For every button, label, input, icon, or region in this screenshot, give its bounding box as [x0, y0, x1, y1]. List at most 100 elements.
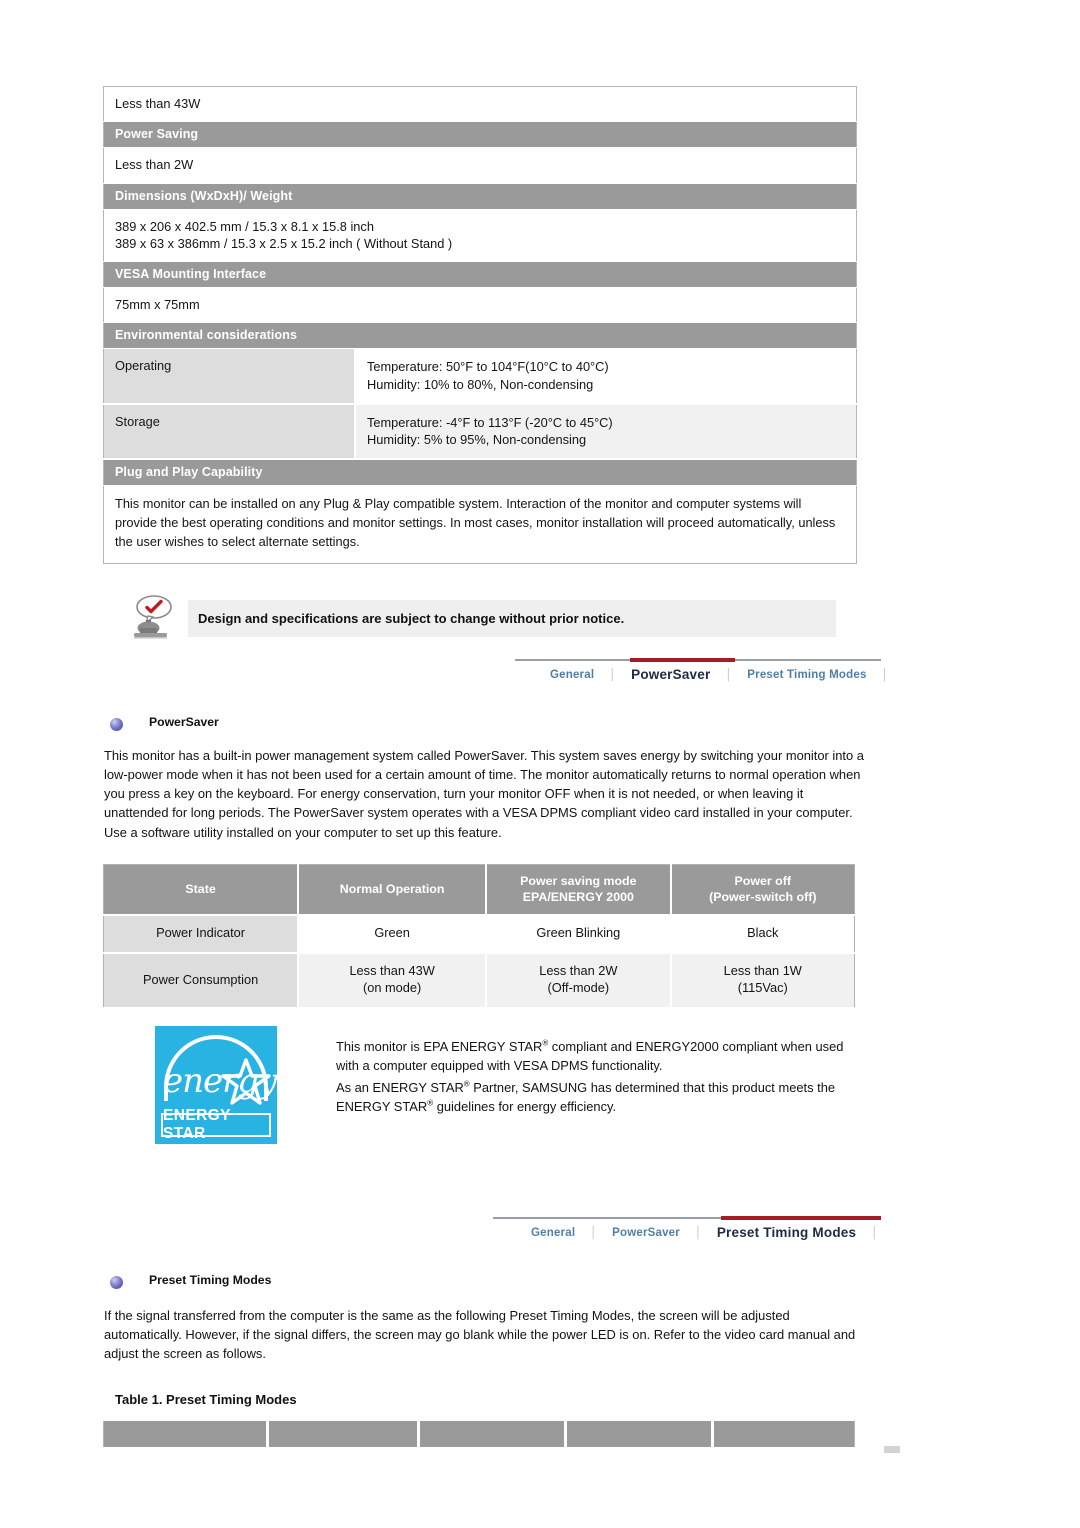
env-line: Humidity: 5% to 95%, Non-condensing	[367, 432, 587, 448]
energy-star-logo: energy ENERGY STAR	[155, 1026, 277, 1144]
tab-separator: │	[881, 668, 889, 681]
spec-header-power-saving: Power Saving	[103, 121, 857, 149]
cell-line2: (on mode)	[362, 980, 422, 996]
cell-line1: Less than 43W	[349, 963, 435, 979]
tab-general[interactable]: General	[550, 669, 594, 681]
cell-power-consumption-normal: Less than 43W (on mode)	[298, 953, 488, 1009]
active-tab-indicator	[630, 658, 735, 662]
notice-text: Design and specifications are subject to…	[198, 611, 625, 626]
table-row: This monitor can be installed on any Plu…	[104, 485, 857, 563]
energy-star-band: ENERGY STAR	[161, 1107, 271, 1142]
tab-powersaver[interactable]: PowerSaver	[631, 667, 710, 682]
col-header-line2: EPA/ENERGY 2000	[522, 890, 634, 905]
spec-value-cell: 75mm x 75mm	[103, 287, 857, 323]
spec-value-cell: 389 x 206 x 402.5 mm / 15.3 x 8.1 x 15.8…	[103, 209, 857, 262]
cell-power-consumption-saving: Less than 2W (Off-mode)	[486, 953, 672, 1009]
cell-power-indicator-normal: Green	[298, 915, 488, 955]
star-icon	[221, 1058, 271, 1105]
cell-line1: Green Blinking	[536, 925, 621, 941]
spec-header-dimensions: Dimensions (WxDxH)/ Weight	[103, 182, 857, 210]
env-label-storage: Storage	[103, 403, 356, 460]
preset-timing-modes-table	[103, 1419, 855, 1449]
table-header-row: Environmental considerations	[103, 322, 857, 350]
table-header-row: State Normal Operation Power saving mode…	[103, 864, 855, 917]
es-p2-part-c: guidelines for energy efficiency.	[433, 1099, 617, 1115]
table-row: 389 x 206 x 402.5 mm / 15.3 x 8.1 x 15.8…	[103, 209, 857, 262]
sphere-bullet-icon	[110, 718, 123, 731]
es-p1-part-a: This monitor is EPA ENERGY STAR	[336, 1039, 543, 1054]
spec-header-environmental: Environmental considerations	[103, 322, 857, 350]
energy-star-paragraph-2: As an ENERGY STAR® Partner, SAMSUNG has …	[336, 1078, 856, 1117]
env-label-operating: Operating	[103, 348, 356, 405]
table-header-row: VESA Mounting Interface	[103, 261, 857, 289]
env-value-operating: Temperature: 50°F to 104°F(10°C to 40°C)…	[355, 348, 857, 405]
cell-line1: Less than 2W	[539, 963, 618, 979]
timing-col-header-3	[418, 1419, 567, 1449]
timing-col-header-5	[712, 1419, 855, 1449]
sphere-bullet-icon	[110, 1276, 123, 1289]
table-header-row: Plug and Play Capability	[103, 458, 857, 486]
env-line: Humidity: 10% to 80%, Non-condensing	[367, 376, 594, 392]
timing-col-header-1	[103, 1419, 270, 1449]
spec-line: 75mm x 75mm	[115, 297, 200, 313]
tab-general[interactable]: General	[531, 1227, 575, 1239]
monitor-check-icon	[122, 594, 178, 642]
col-header-line1: Power saving mode	[520, 874, 637, 888]
env-line: Temperature: 50°F to 104°F(10°C to 40°C)	[367, 359, 609, 375]
tab-separator: │	[694, 1226, 702, 1239]
env-value-storage: Temperature: -4°F to 113°F (-20°C to 45°…	[355, 403, 857, 460]
col-header-line1: Power off	[734, 874, 791, 888]
powersaver-paragraph: This monitor has a built-in power manage…	[104, 748, 864, 840]
spec-line: Less than 43W	[115, 96, 201, 111]
preset-paragraph: If the signal transferred from the compu…	[104, 1308, 856, 1362]
table-header-row	[103, 1419, 855, 1449]
spec-header-plug-and-play: Plug and Play Capability	[103, 458, 857, 486]
spec-line: 389 x 63 x 386mm / 15.3 x 2.5 x 15.2 inc…	[115, 235, 453, 251]
spec-line: 389 x 206 x 402.5 mm / 15.3 x 8.1 x 15.8…	[115, 218, 374, 234]
tab-preset-timing-modes[interactable]: Preset Timing Modes	[717, 1225, 856, 1240]
section-tab-nav-preset: General │ PowerSaver │ Preset Timing Mod…	[493, 1213, 881, 1247]
table-row: Less than 2W	[103, 147, 857, 184]
page-edge-artifact	[884, 1446, 900, 1453]
section-tab-nav-powersaver: General │ PowerSaver │ Preset Timing Mod…	[515, 655, 888, 689]
table-row: Operating Temperature: 50°F to 104°F(10°…	[103, 348, 857, 405]
es-p2-part-a: As an ENERGY STAR	[336, 1079, 464, 1095]
cell-line1: Black	[747, 925, 779, 941]
spec-value-cell: Less than 2W	[103, 147, 857, 184]
cell-line1: Less than 1W	[723, 963, 802, 979]
powersaver-section-heading: PowerSaver	[110, 715, 219, 731]
tab-separator: │	[609, 668, 617, 681]
col-header-power-off: Power off (Power-switch off)	[670, 864, 855, 917]
row-label-power-consumption: Power Consumption	[103, 953, 300, 1009]
powersaver-heading-label: PowerSaver	[149, 715, 219, 729]
spec-value-cell: Less than 43W	[103, 86, 857, 122]
tab-separator: │	[871, 1226, 879, 1239]
col-header-line2: (Power-switch off)	[709, 890, 817, 905]
tab-separator: │	[590, 1226, 598, 1239]
spec-line: Less than 2W	[115, 157, 194, 173]
table-row: Storage Temperature: -4°F to 113°F (-20°…	[103, 403, 857, 460]
table-row: Power Consumption Less than 43W (on mode…	[103, 953, 855, 1009]
cell-power-indicator-off: Black	[670, 915, 855, 955]
env-line: Temperature: -4°F to 113°F (-20°C to 45°…	[367, 414, 613, 430]
energy-star-text: This monitor is EPA ENERGY STAR® complia…	[336, 1037, 856, 1116]
powersaver-table: State Normal Operation Power saving mode…	[103, 864, 855, 1009]
table-caption: Table 1. Preset Timing Modes	[115, 1392, 297, 1407]
col-header-state: State	[103, 864, 300, 917]
cell-power-consumption-off: Less than 1W (115Vac)	[670, 953, 855, 1009]
timing-col-header-4	[565, 1419, 714, 1449]
tab-preset-timing-modes[interactable]: Preset Timing Modes	[747, 669, 866, 681]
notice-box: Design and specifications are subject to…	[188, 600, 836, 637]
col-header-line1: Normal Operation	[339, 882, 445, 897]
spec-header-vesa: VESA Mounting Interface	[103, 261, 857, 289]
table-row: Power Indicator Green Green Blinking Bla…	[103, 915, 855, 955]
preset-heading-label: Preset Timing Modes	[149, 1273, 272, 1287]
active-tab-indicator	[721, 1216, 881, 1220]
table-row: 75mm x 75mm	[103, 287, 857, 323]
cell-power-indicator-saving: Green Blinking	[486, 915, 672, 955]
tab-powersaver[interactable]: PowerSaver	[612, 1227, 680, 1239]
table-header-row: Power Saving	[103, 121, 857, 149]
col-header-line1: State	[185, 882, 216, 897]
timing-col-header-2	[267, 1419, 420, 1449]
col-header-normal-operation: Normal Operation	[298, 864, 488, 917]
